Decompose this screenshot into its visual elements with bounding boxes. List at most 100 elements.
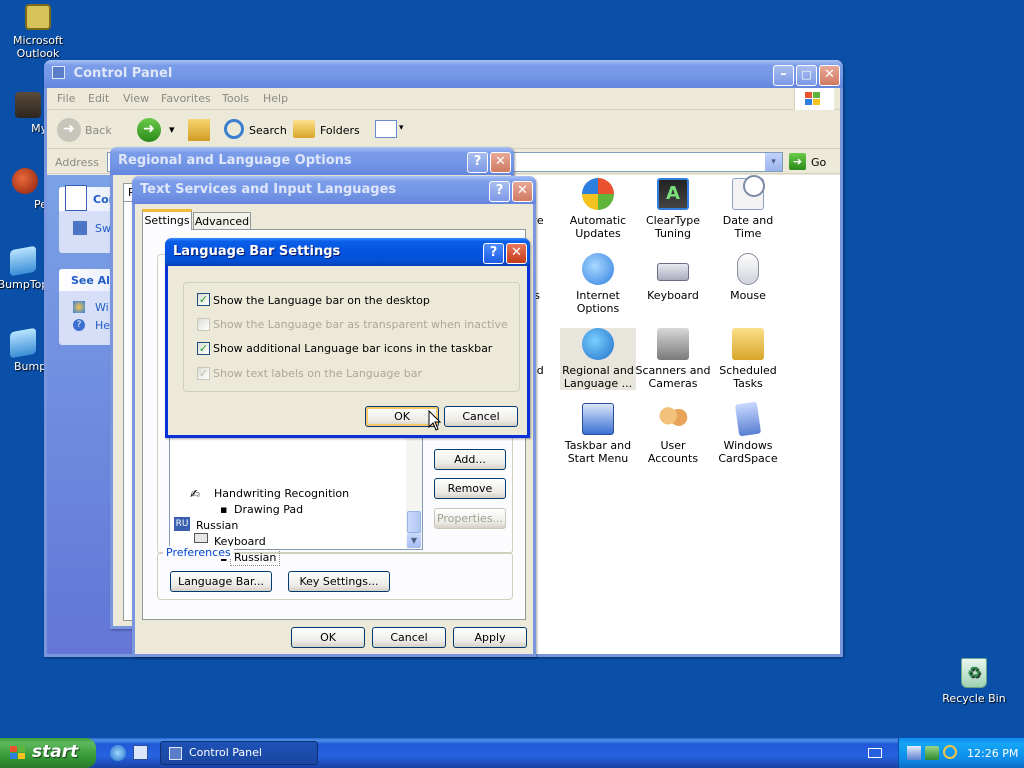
text-labels-checkbox[interactable]: ✓: [197, 367, 210, 380]
control-panel-titlebar[interactable]: Control Panel: [44, 60, 843, 88]
address-dropdown-icon[interactable]: ▾: [765, 153, 782, 171]
taskbar: start Control Panel 12:26 PM: [0, 738, 1024, 768]
network-icon[interactable]: [907, 746, 921, 760]
apply-button[interactable]: Apply: [453, 627, 527, 648]
go-button[interactable]: Go: [811, 156, 826, 169]
menu-bar: File Edit View Favorites Tools Help: [47, 88, 840, 110]
menu-help[interactable]: Help: [263, 92, 288, 105]
cp-item-scanners-cameras[interactable]: Scanners and Cameras: [635, 328, 711, 390]
add-button[interactable]: Add...: [434, 449, 506, 470]
desktop-icon-bumptop[interactable]: BumpTop: [0, 245, 50, 291]
keyboard-icon[interactable]: [868, 748, 882, 758]
windows-update-icon: [73, 301, 85, 313]
menu-view[interactable]: View: [123, 92, 149, 105]
internet-options-icon: [582, 253, 614, 285]
help-button[interactable]: ?: [467, 152, 488, 173]
close-button[interactable]: ✕: [512, 181, 533, 202]
tree-item-handwriting[interactable]: Handwriting Recognition: [214, 487, 349, 500]
cp-item-keyboard[interactable]: Keyboard: [635, 253, 711, 302]
cp-item-user-accounts[interactable]: User Accounts: [635, 403, 711, 465]
forward-dropdown-icon[interactable]: ▾: [169, 123, 175, 136]
close-button[interactable]: ✕: [506, 243, 527, 264]
start-button[interactable]: start: [0, 738, 96, 768]
views-icon[interactable]: [375, 120, 397, 138]
minimize-button[interactable]: –: [773, 65, 794, 86]
regional-language-titlebar[interactable]: Regional and Language Options: [110, 147, 514, 175]
search-button[interactable]: Search: [249, 124, 287, 137]
back-button-label[interactable]: Back: [85, 124, 112, 137]
folders-button[interactable]: Folders: [320, 124, 360, 137]
menu-file[interactable]: File: [57, 92, 75, 105]
scrollbar-thumb[interactable]: [407, 511, 421, 533]
bumptop-icon: [10, 245, 36, 277]
see-also-link[interactable]: He: [95, 319, 110, 332]
security-icon[interactable]: [925, 746, 939, 760]
scheduled-tasks-icon: [732, 328, 764, 360]
tab-label: Settings: [144, 214, 190, 227]
cp-item-cardspace[interactable]: Windows CardSpace: [710, 401, 786, 465]
tab-advanced[interactable]: Advanced: [193, 212, 251, 230]
language-bar-button[interactable]: Language Bar...: [170, 571, 272, 592]
close-button[interactable]: ✕: [490, 152, 511, 173]
system-tray: 12:26 PM: [898, 738, 1024, 768]
preferences-label: Preferences: [163, 546, 234, 559]
desktop-icon-bumptop-2[interactable]: BumpT: [0, 327, 50, 373]
cancel-button[interactable]: Cancel: [372, 627, 446, 648]
mouse-cursor-icon: [428, 410, 442, 431]
cp-item-cleartype[interactable]: A ClearType Tuning: [635, 178, 711, 240]
properties-button[interactable]: Properties...: [434, 508, 506, 529]
desktop-icon-outlook[interactable]: Microsoft Outlook: [0, 4, 76, 60]
menu-favorites[interactable]: Favorites: [161, 92, 211, 105]
cp-item-scheduled-tasks[interactable]: Scheduled Tasks: [710, 328, 786, 390]
cp-item-label: Keyboard: [647, 289, 699, 302]
forward-arrow-icon[interactable]: ➜: [137, 118, 161, 142]
desktop-icon-recycle-bin[interactable]: ♻ Recycle Bin: [936, 658, 1012, 705]
automatic-updates-icon: [582, 178, 614, 210]
scroll-down-icon[interactable]: ▼: [407, 533, 421, 548]
internet-explorer-icon[interactable]: [110, 745, 126, 761]
cp-item-taskbar-start-menu[interactable]: Taskbar and Start Menu: [560, 403, 636, 465]
help-button[interactable]: ?: [483, 243, 504, 264]
cp-item-date-time[interactable]: Date and Time: [710, 175, 786, 240]
search-tray-icon[interactable]: [943, 745, 957, 759]
show-desktop-icon[interactable]: [133, 745, 148, 760]
help-button[interactable]: ?: [489, 181, 510, 202]
tab-label: Advanced: [194, 215, 250, 228]
cp-item-automatic-updates[interactable]: Automatic Updates: [560, 178, 636, 240]
tree-item-language[interactable]: Russian: [196, 519, 238, 532]
close-button[interactable]: ✕: [819, 65, 840, 86]
language-bar-settings-titlebar[interactable]: Language Bar Settings: [165, 238, 530, 266]
folder-up-icon[interactable]: [188, 119, 210, 141]
maximize-button[interactable]: □: [796, 65, 817, 86]
folders-icon: [293, 120, 315, 138]
cancel-button[interactable]: Cancel: [444, 406, 518, 427]
tab-settings[interactable]: Settings: [142, 209, 192, 230]
bumptop-icon: [10, 327, 36, 359]
tree-item-drawing-pad[interactable]: Drawing Pad: [234, 503, 303, 516]
cp-item-mouse[interactable]: Mouse: [710, 253, 786, 302]
go-arrow-icon[interactable]: ➜: [789, 153, 806, 170]
menu-edit[interactable]: Edit: [88, 92, 109, 105]
cp-item-internet-options[interactable]: Internet Options: [560, 253, 636, 315]
recycle-bin-icon: ♻: [961, 658, 987, 688]
my-documents-icon: [15, 92, 41, 118]
switch-view-link[interactable]: Sw: [95, 222, 111, 235]
text-services-titlebar[interactable]: Text Services and Input Languages: [132, 176, 536, 204]
remove-button[interactable]: Remove: [434, 478, 506, 499]
key-settings-button[interactable]: Key Settings...: [288, 571, 390, 592]
cp-item-label: Taskbar and Start Menu: [564, 439, 632, 465]
cp-item-regional-language[interactable]: Regional and Language ...: [560, 328, 636, 390]
taskbar-icons-checkbox[interactable]: ✓: [197, 342, 210, 355]
see-also-link[interactable]: Wi: [95, 301, 109, 314]
views-dropdown-icon[interactable]: ▾: [399, 123, 404, 133]
ok-button[interactable]: OK: [291, 627, 365, 648]
search-icon: [224, 119, 244, 139]
transparent-checkbox[interactable]: [197, 318, 210, 331]
cp-item-label: ClearType Tuning: [645, 214, 701, 240]
option-label: Show text labels on the Language bar: [213, 367, 422, 380]
clock[interactable]: 12:26 PM: [967, 747, 1018, 760]
menu-tools[interactable]: Tools: [222, 92, 249, 105]
back-arrow-icon[interactable]: ➜: [57, 118, 81, 142]
show-desktop-checkbox[interactable]: ✓: [197, 293, 210, 306]
taskbar-button-control-panel[interactable]: Control Panel: [160, 741, 318, 765]
